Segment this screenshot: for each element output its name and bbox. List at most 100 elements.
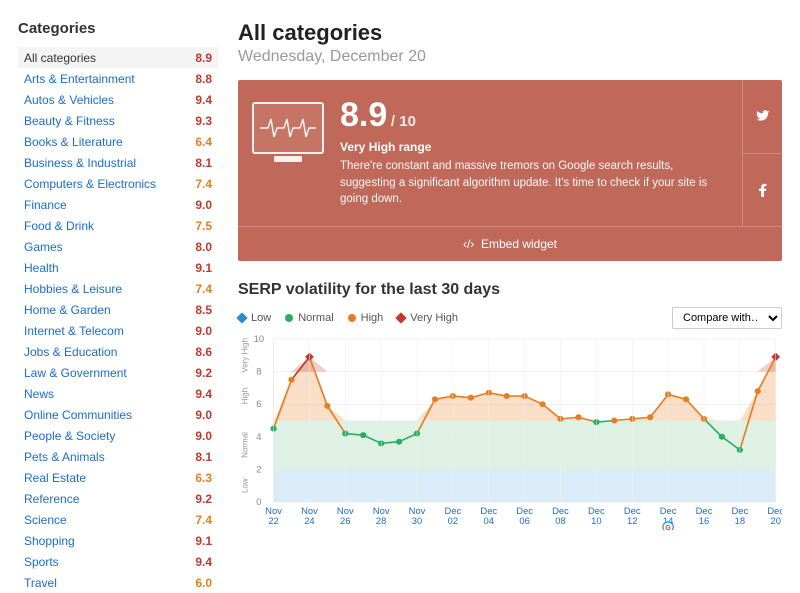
score-description: There're constant and massive tremors on…	[340, 158, 728, 208]
svg-text:Dec: Dec	[588, 506, 605, 516]
svg-text:Nov: Nov	[265, 506, 282, 516]
category-value: 8.9	[195, 51, 212, 65]
category-item[interactable]: Hobbies & Leisure7.4	[18, 278, 218, 299]
category-name: Online Communities	[24, 408, 132, 422]
svg-text:High: High	[240, 387, 249, 404]
category-item[interactable]: Travel 6.0	[18, 572, 218, 593]
category-item[interactable]: News9.4	[18, 383, 218, 404]
sidebar-title: Categories	[18, 20, 218, 37]
category-item[interactable]: Books & Literature6.4	[18, 131, 218, 152]
category-value: 9.1	[195, 534, 212, 548]
page-title: All categories	[238, 20, 782, 46]
score-card: 8.9 / 10 Very High range There're consta…	[238, 80, 782, 261]
category-value: 9.4	[195, 387, 212, 401]
svg-text:20: 20	[770, 516, 780, 526]
chart-title: SERP volatility for the last 30 days	[238, 281, 782, 299]
svg-text:Dec: Dec	[445, 506, 462, 516]
category-item[interactable]: Jobs & Education 8.6	[18, 341, 218, 362]
category-item[interactable]: Health9.1	[18, 257, 218, 278]
category-item[interactable]: Science7.4	[18, 509, 218, 530]
category-name: All categories	[24, 51, 96, 65]
svg-text:28: 28	[376, 516, 386, 526]
svg-text:Nov: Nov	[301, 506, 318, 516]
category-value: 6.4	[195, 135, 212, 149]
svg-text:G: G	[665, 524, 671, 530]
svg-text:Nov: Nov	[409, 506, 426, 516]
category-name: Reference	[24, 492, 79, 506]
score-value: 8.9	[340, 98, 387, 132]
svg-text:22: 22	[268, 516, 278, 526]
category-item[interactable]: Home & Garden8.5	[18, 299, 218, 320]
svg-text:10: 10	[254, 335, 264, 344]
category-item[interactable]: Finance9.0	[18, 194, 218, 215]
category-item[interactable]: Online Communities 9.0	[18, 404, 218, 425]
svg-text:02: 02	[448, 516, 458, 526]
category-value: 7.5	[195, 219, 212, 233]
category-item[interactable]: Pets & Animals 8.1	[18, 446, 218, 467]
category-name: Law & Government	[24, 366, 127, 380]
compare-select[interactable]: Compare with…	[672, 307, 782, 329]
category-value: 8.1	[195, 450, 212, 464]
category-name: Jobs & Education	[24, 345, 117, 359]
category-value: 8.5	[195, 303, 212, 317]
category-item[interactable]: People & Society9.0	[18, 425, 218, 446]
category-item[interactable]: Beauty & Fitness 9.3	[18, 110, 218, 131]
category-name: Shopping	[24, 534, 75, 548]
svg-text:6: 6	[256, 399, 261, 409]
category-item[interactable]: Law & Government 9.2	[18, 362, 218, 383]
category-value: 9.0	[195, 324, 212, 338]
category-name: Computers & Electronics	[24, 177, 156, 191]
category-item[interactable]: Business & Industrial 8.1	[18, 152, 218, 173]
category-item[interactable]: Computers & Electronics 7.4	[18, 173, 218, 194]
svg-text:08: 08	[555, 516, 565, 526]
category-item[interactable]: Internet & Telecom 9.0	[18, 320, 218, 341]
svg-text:Very High: Very High	[240, 338, 249, 373]
category-name: Real Estate	[24, 471, 86, 485]
svg-text:Dec: Dec	[696, 506, 713, 516]
volatility-chart[interactable]: 0246810LowNormalHighVery HighNov22Nov24N…	[238, 335, 782, 530]
svg-text:Dec: Dec	[731, 506, 748, 516]
category-item[interactable]: Reference9.2	[18, 488, 218, 509]
category-name: Sports	[24, 555, 59, 569]
category-value: 9.3	[195, 114, 212, 128]
share-facebook-button[interactable]	[742, 154, 782, 227]
category-name: People & Society	[24, 429, 115, 443]
category-name: Internet & Telecom	[24, 324, 124, 338]
category-name: Science	[24, 513, 67, 527]
category-item[interactable]: Real Estate6.3	[18, 467, 218, 488]
category-name: Food & Drink	[24, 219, 94, 233]
category-name: Health	[24, 261, 59, 275]
category-item[interactable]: Food & Drink 7.5	[18, 215, 218, 236]
category-list: All categories 8.9 Arts & Entertainment8.8…	[18, 47, 218, 593]
category-name: Autos & Vehicles	[24, 93, 114, 107]
embed-widget-button[interactable]: ‹/› Embed widget	[238, 226, 782, 261]
svg-text:Nov: Nov	[337, 506, 354, 516]
category-value: 9.2	[195, 366, 212, 380]
svg-text:2: 2	[256, 465, 261, 475]
category-item[interactable]: Games8.0	[18, 236, 218, 257]
share-twitter-button[interactable]	[742, 80, 782, 154]
svg-text:12: 12	[627, 516, 637, 526]
category-item[interactable]: Shopping 9.1	[18, 530, 218, 551]
category-value: 8.6	[195, 345, 212, 359]
category-item[interactable]: Arts & Entertainment8.8	[18, 68, 218, 89]
svg-text:Nov: Nov	[373, 506, 390, 516]
category-name: Travel	[24, 576, 57, 590]
category-item[interactable]: Autos & Vehicles9.4	[18, 89, 218, 110]
svg-text:Dec: Dec	[480, 506, 497, 516]
category-item[interactable]: Sports9.4	[18, 551, 218, 572]
category-value: 8.1	[195, 156, 212, 170]
svg-text:30: 30	[412, 516, 422, 526]
category-name: Business & Industrial	[24, 156, 136, 170]
category-item[interactable]: All categories 8.9	[18, 47, 218, 68]
svg-text:10: 10	[591, 516, 601, 526]
svg-text:Normal: Normal	[240, 432, 249, 458]
category-name: Beauty & Fitness	[24, 114, 115, 128]
category-value: 9.0	[195, 408, 212, 422]
page-subtitle: Wednesday, December 20	[238, 48, 782, 66]
category-name: Pets & Animals	[24, 450, 105, 464]
category-value: 7.4	[195, 177, 212, 191]
category-value: 6.0	[195, 576, 212, 590]
svg-text:8: 8	[256, 367, 261, 377]
svg-text:04: 04	[484, 516, 494, 526]
